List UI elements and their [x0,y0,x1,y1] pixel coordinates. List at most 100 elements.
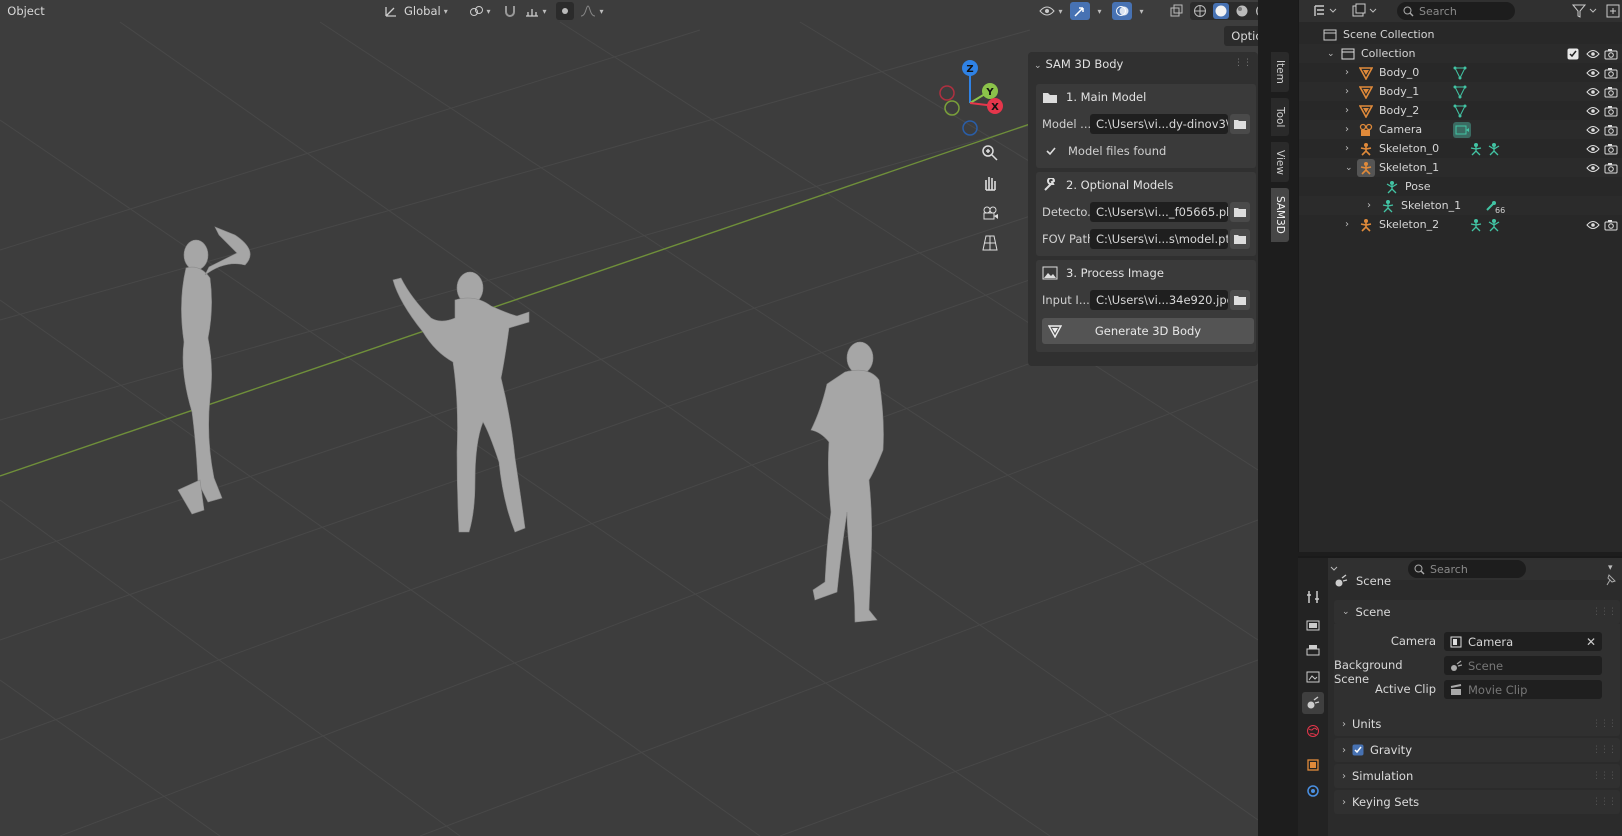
active-clip-field[interactable]: Movie Clip [1444,680,1602,699]
tab-tool[interactable]: Tool [1271,98,1289,136]
wireframe-shading-icon[interactable] [1193,4,1207,18]
eye-icon[interactable] [1586,163,1600,173]
browse-image-button[interactable] [1230,290,1250,310]
overlay-dropdown[interactable]: ▾ [1134,2,1146,20]
camera-render-icon[interactable] [1604,219,1618,231]
outliner-row-collection[interactable]: ⌄ Collection [1299,44,1622,63]
tab-scene[interactable] [1302,692,1324,714]
material-shading-icon[interactable] [1235,4,1249,18]
input-image-field[interactable]: C:\Users\vi...34e920.jpg [1090,290,1228,310]
pose-icon[interactable] [1487,142,1501,156]
browse-model-button[interactable] [1230,114,1250,134]
proportional-edit-toggle[interactable] [556,2,574,20]
mesh-data-icon[interactable] [1453,104,1467,118]
xray-toggle[interactable] [1166,2,1186,20]
outliner-row-body-2[interactable]: › Body_2 [1299,101,1622,120]
options-button[interactable]: Options▾ [1224,26,1258,46]
tab-physics[interactable] [1302,780,1324,802]
tab-view[interactable]: View [1271,142,1289,182]
camera-render-icon[interactable] [1604,67,1618,79]
tab-render[interactable] [1302,614,1324,636]
expand-chevron-icon[interactable]: › [1345,143,1349,154]
mesh-data-icon[interactable] [1453,85,1467,99]
camera-render-icon[interactable] [1604,48,1618,60]
expand-chevron-icon[interactable]: › [1345,86,1349,97]
tab-tool[interactable] [1302,586,1324,608]
outliner-row-pose[interactable]: Pose [1299,177,1622,196]
armature-data-icon[interactable] [1469,218,1483,232]
fov-path-field[interactable]: C:\Users\vi...s\model.pt [1090,229,1228,249]
simulation-section-header[interactable]: › Simulation ⋮⋮⋮ [1334,764,1620,788]
model-path-field[interactable]: C:\Users\vi...dy-dinov3\ [1090,114,1228,134]
camera-data-icon[interactable] [1453,121,1471,138]
snap-target-dropdown[interactable]: ▾ [522,2,550,20]
units-section-header[interactable]: › Units ⋮⋮⋮ [1334,712,1620,736]
display-mode-dropdown[interactable] [1351,3,1379,22]
expand-chevron-icon[interactable]: › [1345,105,1349,116]
camera-render-icon[interactable] [1604,124,1618,136]
generate-3d-body-button[interactable]: Generate 3D Body [1042,318,1254,344]
filter-dropdown[interactable] [1571,3,1599,22]
outliner-row-skeleton-1[interactable]: ⌄ Skeleton_1 [1299,158,1622,177]
gizmo-dropdown[interactable]: ▾ [1092,2,1104,20]
keying-sets-section-header[interactable]: › Keying Sets ⋮⋮⋮ [1334,790,1620,814]
camera-view-button[interactable] [978,201,1002,225]
outliner-row-body-1[interactable]: › Body_1 [1299,82,1622,101]
camera-render-icon[interactable] [1604,86,1618,98]
overlay-toggle[interactable] [1112,2,1132,20]
tab-view-layer[interactable] [1302,666,1324,688]
outliner-row-skeleton-2[interactable]: › Skeleton_2 [1299,215,1622,234]
shading-mode-group[interactable] [1190,2,1258,20]
outliner-row-body-0[interactable]: › Body_0 [1299,63,1622,82]
exclude-checkbox[interactable] [1567,48,1579,60]
properties-search-input[interactable]: Search [1408,560,1526,578]
pin-icon[interactable] [1604,574,1616,589]
chevron-down-icon[interactable]: ▾ [1608,563,1613,573]
snap-toggle[interactable] [500,2,520,20]
drag-handle-icon[interactable]: ⋮⋮ [1234,58,1252,68]
visibility-dropdown[interactable]: ▾ [1036,2,1066,20]
expand-chevron-icon[interactable]: › [1345,67,1349,78]
camera-render-icon[interactable] [1604,105,1618,117]
perspective-toggle-button[interactable] [978,231,1002,255]
eye-icon[interactable] [1586,87,1600,97]
gravity-checkbox[interactable] [1352,744,1364,756]
clear-icon[interactable]: ✕ [1586,635,1596,649]
navigation-gizmo[interactable]: Z Y X [930,58,1010,142]
browse-detector-button[interactable] [1230,202,1250,222]
outliner-row-skeleton-1-data[interactable]: › Skeleton_1 66 [1299,196,1622,215]
outliner-row-scene-collection[interactable]: Scene Collection [1299,25,1622,44]
detector-path-field[interactable]: C:\Users\vi..._f05665.pkl [1090,202,1228,222]
tab-output[interactable] [1302,640,1324,662]
zoom-button[interactable] [978,141,1002,165]
eye-icon[interactable] [1586,144,1600,154]
browse-fov-button[interactable] [1230,229,1250,249]
gizmo-toggle[interactable] [1070,2,1090,20]
mode-menu[interactable]: Object [4,2,48,20]
collapse-chevron-icon[interactable]: ⌄ [1345,163,1353,173]
eye-icon[interactable] [1586,125,1600,135]
tab-object[interactable] [1302,754,1324,776]
eye-icon[interactable] [1586,68,1600,78]
camera-render-icon[interactable] [1604,143,1618,155]
camera-render-icon[interactable] [1604,162,1618,174]
expand-chevron-icon[interactable]: › [1345,124,1349,135]
sam3d-panel-header[interactable]: ⌄ SAM 3D Body [1034,57,1123,71]
transform-orientation-dropdown[interactable]: Global ▾ [382,2,460,20]
tab-world[interactable] [1302,720,1324,742]
expand-chevron-icon[interactable]: ⌄ [1327,49,1335,59]
outliner-row-skeleton-0[interactable]: › Skeleton_0 [1299,139,1622,158]
outliner-search-input[interactable]: Search [1397,2,1515,20]
mesh-data-icon[interactable] [1453,66,1467,80]
camera-field[interactable]: Camera ✕ [1444,632,1602,651]
new-collection-button[interactable] [1605,3,1621,22]
eye-icon[interactable] [1586,49,1600,59]
pivot-point-dropdown[interactable]: ▾ [466,2,494,20]
rendered-shading-icon[interactable] [1255,4,1258,18]
outliner-row-camera[interactable]: › Camera [1299,120,1622,139]
expand-chevron-icon[interactable]: › [1367,200,1371,211]
tab-sam3d[interactable]: SAM3D [1271,188,1289,242]
expand-chevron-icon[interactable]: › [1345,219,1349,230]
background-scene-field[interactable]: Scene [1444,656,1602,675]
solid-shading-icon[interactable] [1213,3,1229,19]
